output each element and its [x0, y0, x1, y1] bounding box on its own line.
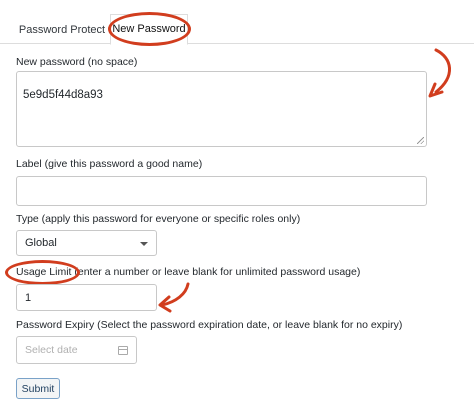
submit-button[interactable]: Submit [16, 378, 60, 399]
new-password-label: New password (no space) [16, 56, 138, 68]
new-password-value: 5e9d5f44d8a93 [23, 89, 103, 101]
annotation-arrow-usage [158, 282, 190, 313]
tab-bar: Password Protect New Password [0, 0, 474, 45]
resize-grip-icon[interactable] [417, 137, 424, 144]
type-label: Type (apply this password for everyone o… [16, 213, 301, 225]
tab-password-protect[interactable]: Password Protect [16, 17, 108, 44]
type-select[interactable]: Global [16, 230, 157, 256]
annotation-circle-usage [5, 260, 80, 285]
calendar-icon[interactable] [118, 346, 128, 355]
annotation-arrow-password [428, 48, 451, 98]
usage-limit-input[interactable]: 1 [16, 284, 157, 311]
expiry-label: Password Expiry (Select the password exp… [16, 319, 403, 331]
usage-limit-value: 1 [25, 292, 32, 304]
label-input[interactable] [16, 176, 427, 206]
expiry-placeholder: Select date [25, 344, 78, 356]
new-password-textarea[interactable]: 5e9d5f44d8a93 [16, 71, 427, 147]
label-field-label: Label (give this password a good name) [16, 158, 203, 170]
annotation-circle-tab [108, 12, 191, 46]
chevron-down-icon [140, 242, 148, 246]
type-selected-value: Global [25, 237, 57, 249]
expiry-date-input[interactable]: Select date [16, 336, 137, 364]
